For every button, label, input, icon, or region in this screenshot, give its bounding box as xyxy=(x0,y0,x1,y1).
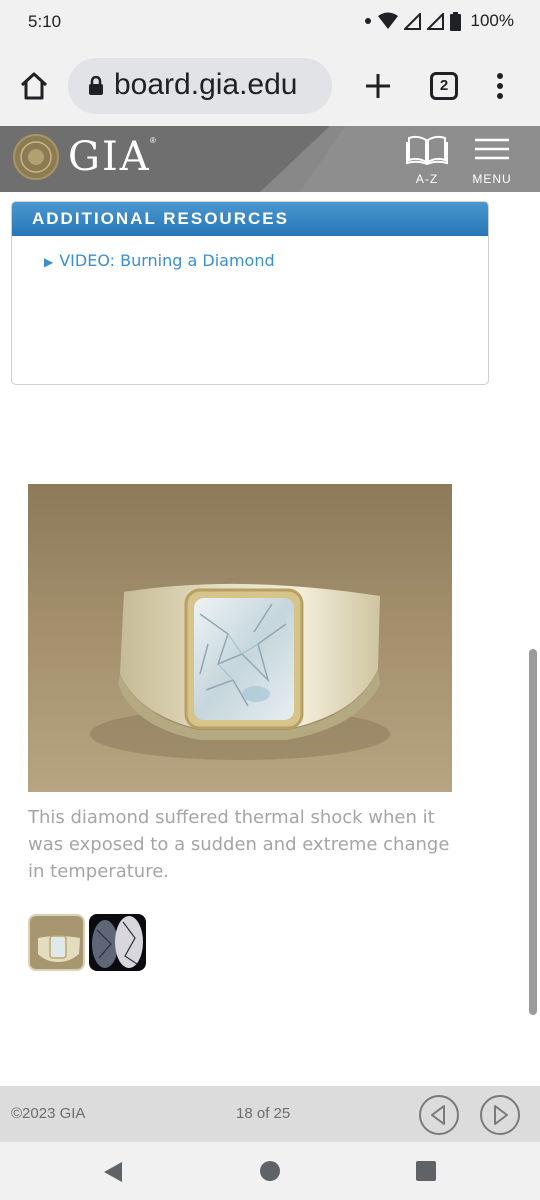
status-bar: 5:10 100% xyxy=(0,0,540,46)
page-scrollbar[interactable] xyxy=(529,649,537,1015)
resources-header: ADDITIONAL RESOURCES xyxy=(12,202,488,236)
diamond-closeup-thumbnail[interactable] xyxy=(89,914,146,971)
ring-thumbnail-image xyxy=(30,916,83,969)
wifi-icon xyxy=(377,12,398,29)
video-link-label: VIDEO: Burning a Diamond xyxy=(59,251,275,270)
signal-icon xyxy=(426,12,444,30)
status-icons: 100% xyxy=(364,11,514,31)
address-bar[interactable]: board.gia.edu xyxy=(68,58,332,114)
tab-switcher-button[interactable]: 2 xyxy=(430,72,458,100)
battery-percent: 100% xyxy=(470,11,514,30)
additional-resources-panel: ADDITIONAL RESOURCES ▶ VIDEO: Burning a D… xyxy=(11,201,489,385)
a-z-button[interactable]: A-Z xyxy=(404,132,450,188)
system-nav-bar xyxy=(0,1142,540,1200)
ring-photo xyxy=(28,484,452,792)
signal-icon xyxy=(403,12,421,30)
previous-arrow-icon[interactable] xyxy=(418,1094,460,1136)
home-circle-icon[interactable] xyxy=(258,1159,282,1183)
registered-mark: ® xyxy=(150,136,156,145)
slide-footer: ©2023 GIA 18 of 25 xyxy=(0,1086,540,1142)
back-triangle-icon[interactable] xyxy=(100,1158,128,1186)
battery-icon xyxy=(449,11,461,31)
status-time: 5:10 xyxy=(28,12,62,31)
ring-thumbnail[interactable] xyxy=(28,914,85,971)
site-header: GIA ® A-Z MENU xyxy=(0,126,540,192)
page-counter: 18 of 25 xyxy=(236,1105,291,1122)
menu-button[interactable]: MENU xyxy=(466,132,518,188)
lock-icon xyxy=(89,76,103,95)
more-vert-icon[interactable] xyxy=(492,68,508,104)
book-icon xyxy=(406,135,448,166)
video-link[interactable]: ▶ VIDEO: Burning a Diamond xyxy=(44,251,275,270)
slide-image[interactable] xyxy=(28,484,452,792)
home-icon[interactable] xyxy=(16,68,52,104)
a-z-label: A-Z xyxy=(415,172,439,186)
plus-icon[interactable] xyxy=(360,68,396,104)
resources-title: ADDITIONAL RESOURCES xyxy=(32,209,289,228)
menu-label: MENU xyxy=(472,172,512,186)
gia-logo-text[interactable]: GIA xyxy=(68,134,151,180)
browser-toolbar: board.gia.edu 2 xyxy=(0,46,540,126)
diamond-closeup-image xyxy=(89,914,146,971)
next-arrow-icon[interactable] xyxy=(479,1094,521,1136)
play-triangle-icon: ▶ xyxy=(44,255,54,269)
copyright-text: ©2023 GIA xyxy=(11,1105,86,1122)
notification-dot-icon xyxy=(364,18,371,24)
hamburger-icon xyxy=(475,138,509,160)
gia-seal-logo[interactable] xyxy=(12,133,60,181)
recents-square-icon[interactable] xyxy=(414,1159,438,1183)
url-text: board.gia.edu xyxy=(114,68,298,101)
slide-caption: This diamond suffered thermal shock when… xyxy=(28,807,450,882)
